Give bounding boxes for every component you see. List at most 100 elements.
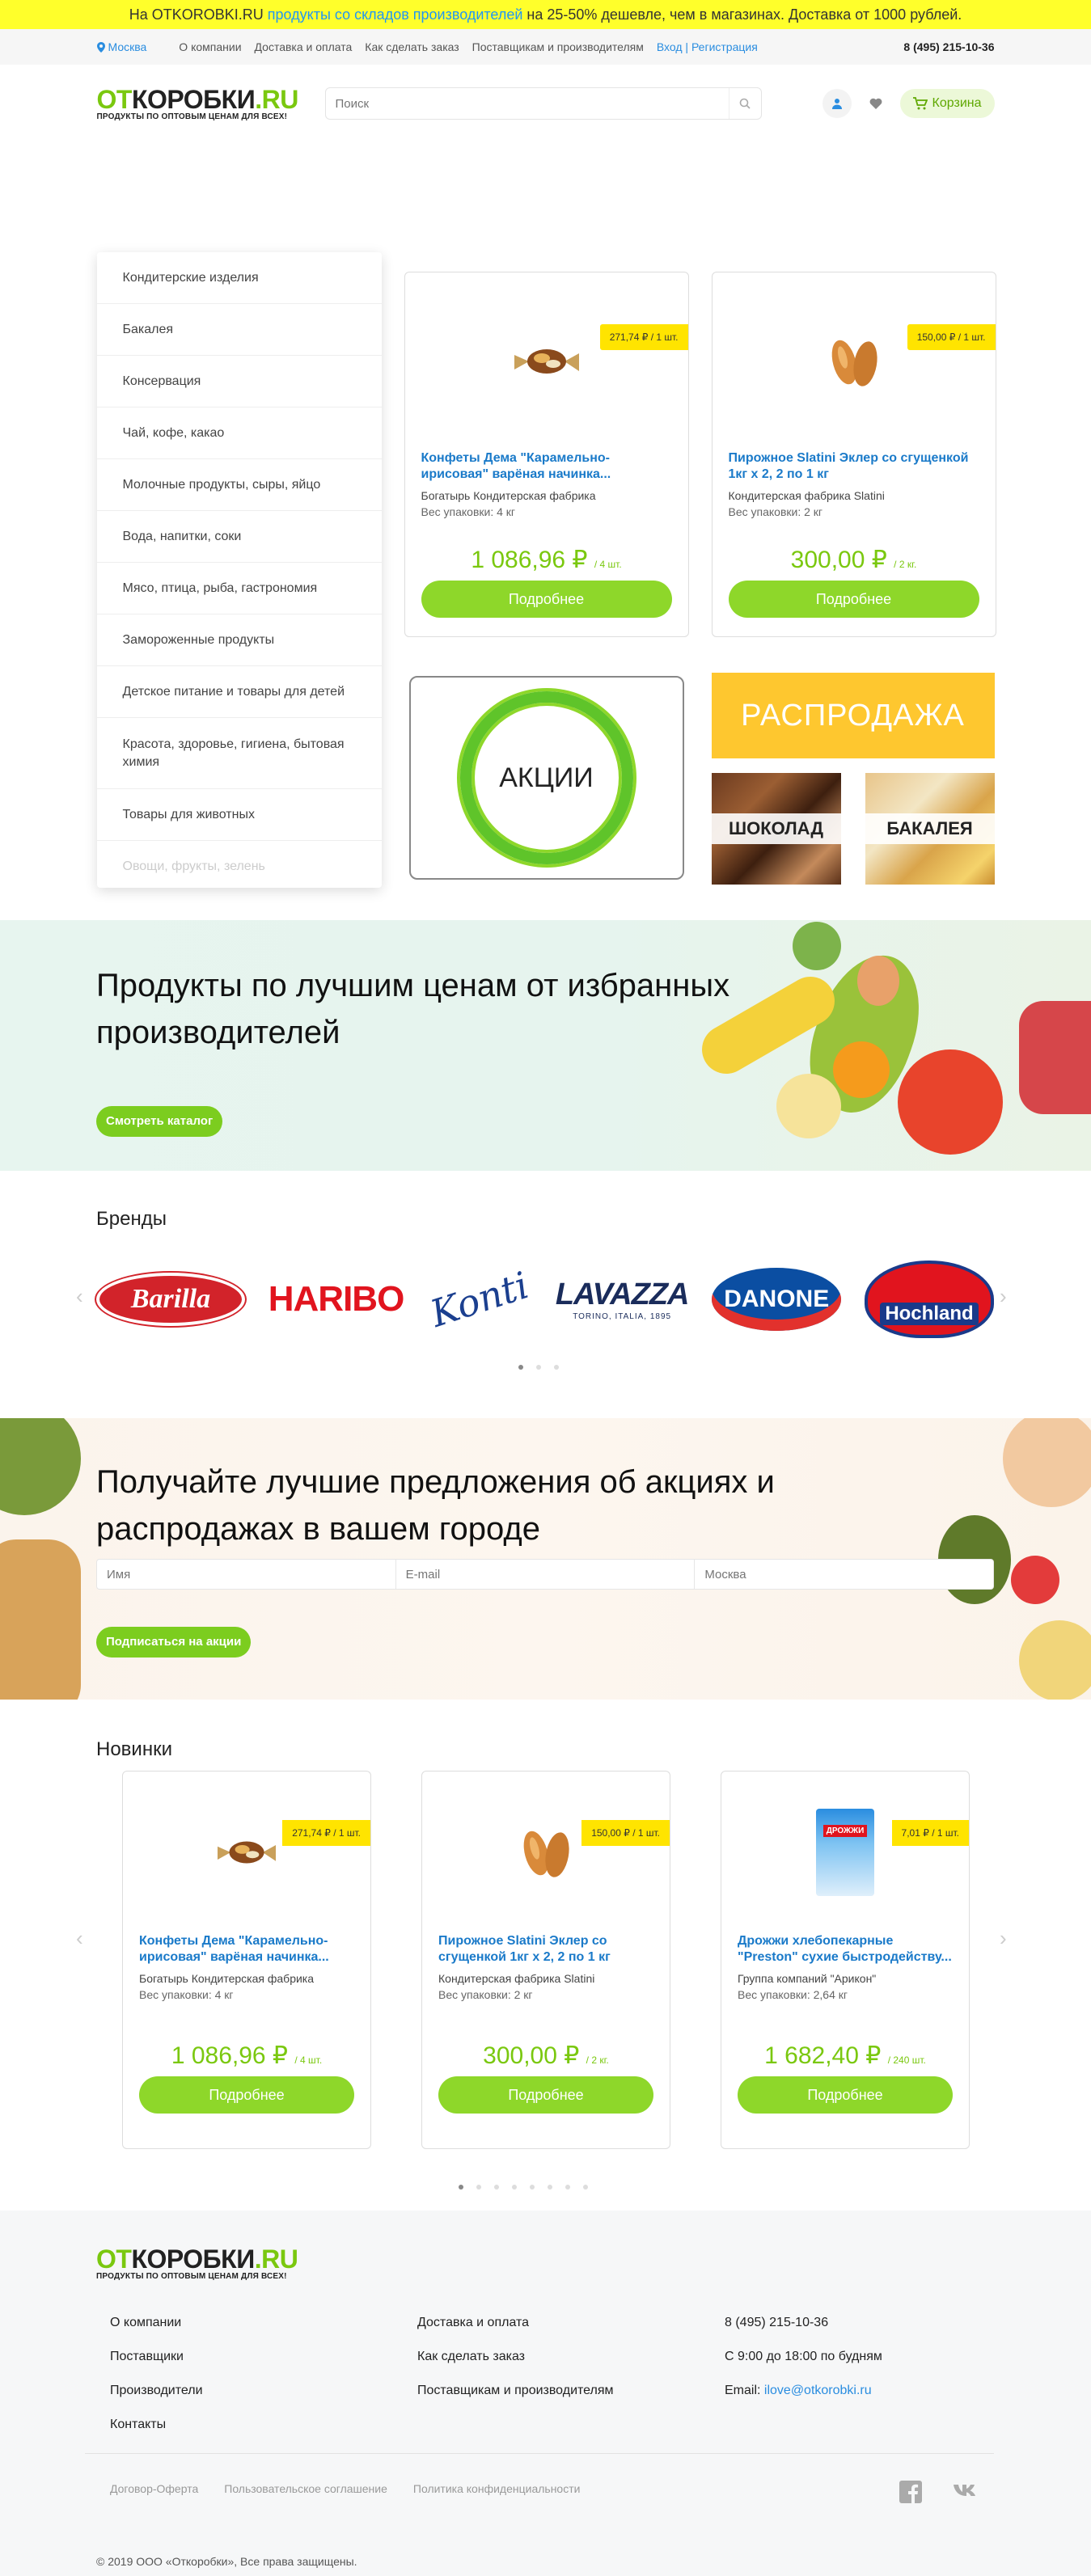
footer-link-suppliers[interactable]: Поставщики (110, 2350, 203, 2364)
details-button[interactable]: Подробнее (421, 581, 672, 618)
new-prev-arrow[interactable]: ‹ (76, 1926, 83, 1951)
footer-email-link[interactable]: ilove@otkorobki.ru (764, 2384, 872, 2397)
details-button[interactable]: Подробнее (438, 2076, 653, 2114)
favorites-button[interactable] (861, 89, 890, 118)
category-item[interactable]: Консервация (96, 356, 382, 408)
cart-button[interactable]: Корзина (899, 89, 995, 118)
view-catalog-button[interactable]: Смотреть каталог (96, 1106, 223, 1137)
product-name[interactable]: Конфеты Дема "Карамельно-ирисовая" варён… (421, 451, 611, 481)
details-button[interactable]: Подробнее (728, 581, 979, 618)
pagination-dot[interactable] (476, 2185, 481, 2190)
product-name[interactable]: Пирожное Slatini Эклер со сгущенкой 1кг … (729, 451, 969, 481)
brand-lavazza[interactable]: LAVAZZA TORINO, ITALIA, 1895 (555, 1277, 690, 1321)
brands-section: Бренды ‹ Barilla HARIBO Konti LAVAZZA TO… (0, 1171, 1091, 1418)
category-item[interactable]: Кондитерские изделия (96, 252, 382, 304)
top-link-how-to-order[interactable]: Как сделать заказ (365, 40, 459, 53)
brands-prev-arrow[interactable]: ‹ (76, 1284, 83, 1309)
product-name[interactable]: Конфеты Дема "Карамельно-ирисовая" варён… (139, 1934, 329, 1964)
footer-link-about[interactable]: О компании (110, 2316, 203, 2330)
footer-logo[interactable]: ОТКОРОБКИ.RU ПРОДУКТЫ ПО ОПТОВЫМ ЦЕНАМ Д… (96, 2246, 316, 2281)
header-phone[interactable]: 8 (495) 215-10-36 (903, 40, 994, 53)
pagination-dot[interactable] (565, 2185, 570, 2190)
category-item[interactable]: Товары для животных (96, 789, 382, 841)
chocolate-tile[interactable]: ШОКОЛАД (711, 773, 841, 885)
pagination-dot[interactable] (530, 2185, 535, 2190)
product-image[interactable]: 271,74 ₽ / 1 шт. (421, 272, 688, 450)
category-item[interactable]: Овощи, фрукты, зелень (97, 841, 382, 888)
brand-danone[interactable]: DANONE (712, 1268, 842, 1331)
brand-haribo[interactable]: HARIBO (269, 1279, 405, 1320)
footer-link-how-to-order[interactable]: Как сделать заказ (417, 2350, 614, 2364)
product-name[interactable]: Пирожное Slatini Эклер со сгущенкой 1кг … (438, 1934, 611, 1964)
product-image[interactable]: 150,00 ₽ / 1 шт. (438, 1772, 670, 1933)
footer-link-delivery[interactable]: Доставка и оплата (417, 2316, 614, 2330)
promotions-label: АКЦИИ (499, 762, 594, 793)
brand-konti[interactable]: Konti (425, 1263, 534, 1336)
footer-phone[interactable]: 8 (495) 215-10-36 (725, 2316, 882, 2330)
subscribe-button[interactable]: Подписаться на акции (96, 1627, 252, 1658)
pagination-dot[interactable] (536, 1365, 541, 1370)
search-input[interactable] (325, 96, 729, 111)
footer-link-contacts[interactable]: Контакты (110, 2418, 203, 2432)
name-field[interactable] (97, 1560, 396, 1589)
pagination-dot[interactable] (459, 2185, 463, 2190)
sale-banner[interactable]: РАСПРОДАЖА (711, 673, 995, 758)
brand-lavazza-label: LAVAZZA (555, 1277, 690, 1311)
product-price: 1 086,96 ₽ / 4 шт. (139, 2042, 354, 2070)
category-menu: Кондитерские изделия Бакалея Консервация… (96, 252, 382, 888)
bakaleya-tile[interactable]: БАКАЛЕЯ (865, 773, 995, 885)
category-item[interactable]: Бакалея (96, 304, 382, 356)
footer-link-for-suppliers[interactable]: Поставщикам и производителям (417, 2384, 614, 2398)
price-unit: / 4 шт. (594, 559, 622, 570)
city-field[interactable] (695, 1560, 994, 1589)
top-link-delivery[interactable]: Доставка и оплата (255, 40, 353, 53)
product-image[interactable]: 271,74 ₽ / 1 шт. (139, 1772, 370, 1933)
category-item[interactable]: Замороженные продукты (96, 614, 382, 666)
category-item[interactable]: Чай, кофе, какао (96, 408, 382, 459)
top-nav: Москва О компании Доставка и оплата Как … (0, 29, 1091, 65)
top-link-suppliers[interactable]: Поставщикам и производителям (472, 40, 644, 53)
site-logo[interactable]: ОТКОРОБКИ.RU ПРОДУКТЫ ПО ОПТОВЫМ ЦЕНАМ Д… (97, 87, 317, 121)
category-item[interactable]: Детское питание и товары для детей (96, 666, 382, 718)
category-item[interactable]: Красота, здоровье, гигиена, бытовая хими… (96, 718, 382, 789)
brand-hochland[interactable]: Hochland (864, 1261, 994, 1338)
category-item[interactable]: Вода, напитки, соки (96, 511, 382, 563)
pagination-dot[interactable] (554, 1365, 559, 1370)
login-register-link[interactable]: Вход | Регистрация (657, 40, 758, 53)
city-selector[interactable]: Москва (96, 40, 146, 53)
product-image[interactable]: ДРОЖЖИ 7,01 ₽ / 1 шт. (738, 1772, 969, 1933)
account-button[interactable] (822, 89, 852, 118)
cart-icon (912, 97, 928, 110)
promotions-banner[interactable]: АКЦИИ (408, 676, 684, 880)
details-button[interactable]: Подробнее (139, 2076, 354, 2114)
cart-label: Корзина (932, 96, 982, 110)
legal-link-terms[interactable]: Пользовательское соглашение (224, 2482, 387, 2495)
brand-hochland-label: Hochland (880, 1303, 979, 1325)
product-name[interactable]: Дрожжи хлебопекарные "Preston" сухие быс… (738, 1934, 952, 1964)
product-card: 271,74 ₽ / 1 шт. Конфеты Дема "Карамельн… (404, 272, 689, 637)
pagination-dot[interactable] (518, 1365, 523, 1370)
promo-text-highlight[interactable]: продукты со складов производителей (268, 6, 523, 23)
category-item[interactable]: Молочные продукты, сыры, яйцо (96, 459, 382, 511)
yeast-pack-image: ДРОЖЖИ (816, 1809, 874, 1896)
location-pin-icon (96, 41, 105, 53)
category-item[interactable]: Мясо, птица, рыба, гастрономия (96, 563, 382, 614)
pagination-dot[interactable] (494, 2185, 499, 2190)
product-image[interactable]: 150,00 ₽ / 1 шт. (729, 272, 996, 450)
legal-link-offer[interactable]: Договор-Оферта (110, 2482, 198, 2495)
brands-next-arrow[interactable]: › (1000, 1284, 1007, 1309)
brand-barilla[interactable]: Barilla (96, 1273, 245, 1326)
search-box (324, 87, 762, 120)
search-button[interactable] (728, 88, 761, 119)
pagination-dot[interactable] (512, 2185, 517, 2190)
new-next-arrow[interactable]: › (1000, 1926, 1007, 1951)
details-button[interactable]: Подробнее (738, 2076, 953, 2114)
top-link-about[interactable]: О компании (179, 40, 241, 53)
footer-link-producers[interactable]: Производители (110, 2384, 203, 2398)
email-field[interactable] (395, 1560, 696, 1589)
facebook-icon[interactable] (899, 2481, 922, 2506)
legal-link-privacy[interactable]: Политика конфиденциальности (413, 2482, 581, 2495)
vk-icon[interactable] (951, 2481, 980, 2506)
pagination-dot[interactable] (548, 2185, 552, 2190)
pagination-dot[interactable] (583, 2185, 588, 2190)
